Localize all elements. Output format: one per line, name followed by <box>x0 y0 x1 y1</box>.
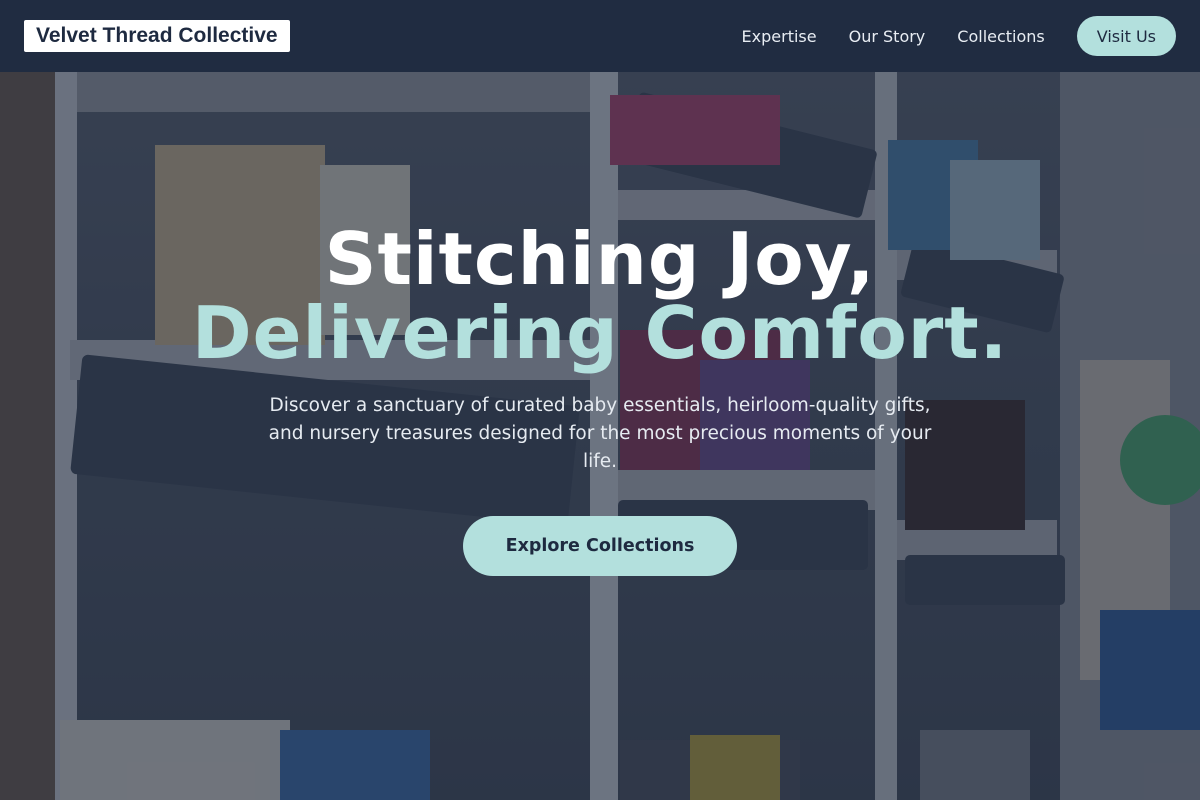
hero-subtitle: Discover a sanctuary of curated baby ess… <box>268 395 932 472</box>
nav-link-our-story[interactable]: Our Story <box>849 27 926 46</box>
nav-link-expertise[interactable]: Expertise <box>742 27 817 46</box>
brand-logo[interactable]: Velvet Thread Collective <box>24 20 290 52</box>
headline-line-2: Delivering Comfort. <box>191 291 1009 375</box>
hero-headline: Stitching Joy, Delivering Comfort. <box>0 222 1200 370</box>
nav-link-collections[interactable]: Collections <box>957 27 1044 46</box>
headline-line-1: Stitching Joy, <box>324 217 876 301</box>
hero-section: Stitching Joy, Delivering Comfort. Disco… <box>0 222 1200 576</box>
explore-collections-button[interactable]: Explore Collections <box>463 516 737 576</box>
nav-links: Expertise Our Story Collections Visit Us <box>742 16 1176 56</box>
visit-us-button[interactable]: Visit Us <box>1076 16 1176 56</box>
top-navbar: Velvet Thread Collective Expertise Our S… <box>0 0 1200 72</box>
